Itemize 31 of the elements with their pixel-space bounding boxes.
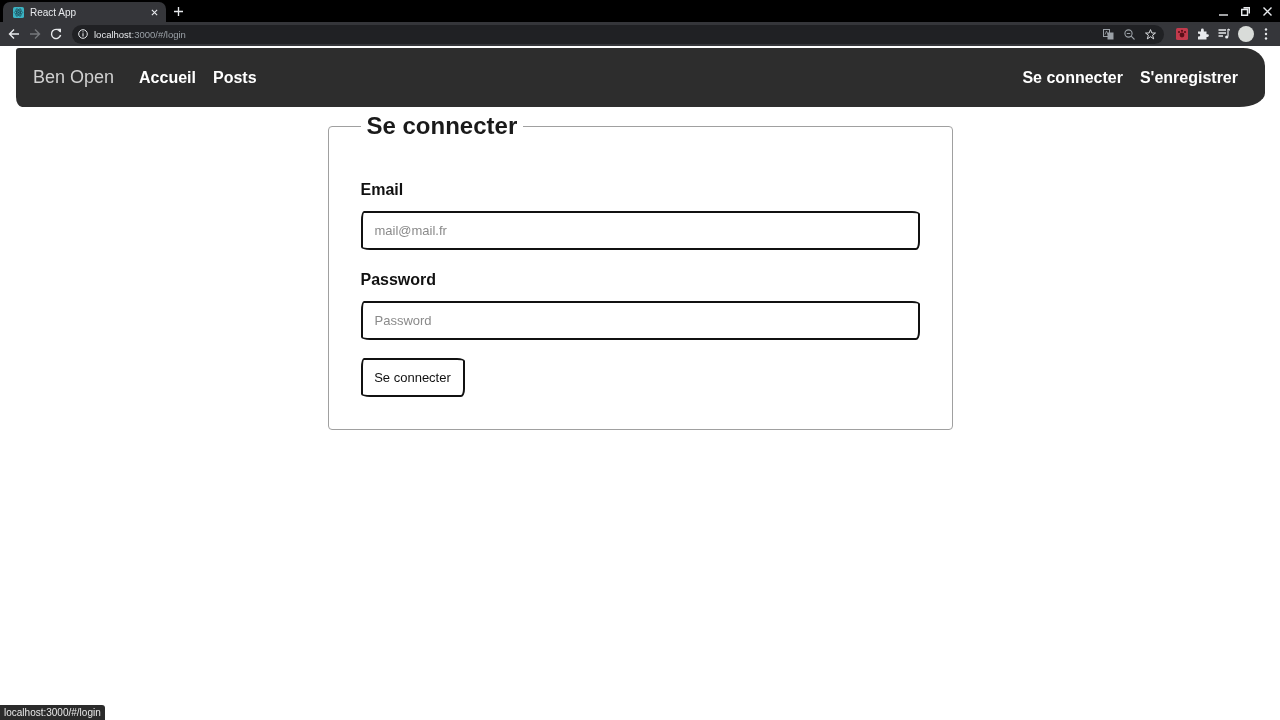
zoom-icon[interactable] <box>1124 28 1135 40</box>
input-field[interactable]: mail@mail.fr <box>360 211 920 250</box>
avatar-icon[interactable] <box>1238 26 1254 42</box>
restore-icon[interactable] <box>1241 6 1250 16</box>
media-queue-icon[interactable] <box>1218 28 1230 40</box>
extension-icon[interactable] <box>1176 28 1188 40</box>
input-field[interactable]: Password <box>360 301 920 340</box>
url-text: localhost:3000/#/login <box>94 28 186 40</box>
nav-link[interactable]: Accueil <box>139 68 196 87</box>
nav-link[interactable]: S'enregistrer <box>1139 68 1238 87</box>
info-icon[interactable] <box>78 29 88 39</box>
nav-link[interactable]: Posts <box>213 68 257 87</box>
back-arrow-icon[interactable] <box>8 28 20 40</box>
nav-link[interactable]: Se connecter <box>1022 68 1123 87</box>
browser-tab[interactable]: React App <box>3 2 166 22</box>
field-label: Email <box>360 180 405 200</box>
plus-icon[interactable] <box>174 7 183 16</box>
form-title: Se connecter <box>365 112 519 140</box>
close-icon[interactable] <box>151 8 158 16</box>
status-url-tooltip: localhost:3000/#/login <box>0 705 105 720</box>
submit-button[interactable]: Se connecter <box>360 358 465 397</box>
site-title[interactable]: Ben Open <box>33 67 115 88</box>
address-bar[interactable]: localhost:3000/#/login <box>72 24 1164 44</box>
field-label: Password <box>360 270 438 290</box>
atom-icon <box>13 6 24 18</box>
star-icon[interactable] <box>1145 28 1156 40</box>
puzzle-icon[interactable] <box>1197 28 1209 40</box>
menu-icon[interactable] <box>1264 28 1268 40</box>
reload-icon[interactable] <box>50 28 62 40</box>
translate-icon[interactable] <box>1103 28 1114 40</box>
close-icon[interactable] <box>1263 6 1272 16</box>
